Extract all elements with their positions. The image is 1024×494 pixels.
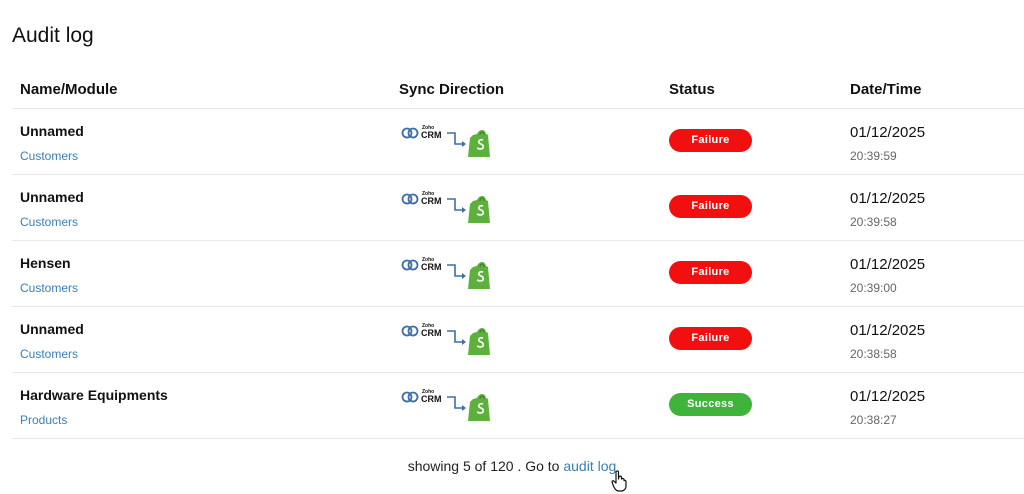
column-header-status: Status: [669, 81, 715, 98]
name-cell: Unnamed Customers: [20, 321, 84, 361]
audit-log-link[interactable]: audit log: [563, 458, 616, 474]
date-value: 01/12/2025: [850, 256, 926, 273]
arrow-icon: [447, 198, 466, 213]
sync-direction-graphic: Zoho CRM: [401, 125, 490, 157]
shopify-icon: [468, 130, 490, 157]
zoho-crm-icon: [401, 391, 419, 403]
svg-text:CRM: CRM: [421, 262, 442, 272]
showing-text: showing 5 of 120 . Go to: [407, 458, 560, 474]
status-badge: Failure: [669, 129, 752, 152]
date-cell: 01/12/2025 20:39:59: [850, 124, 925, 163]
hand-cursor-icon: [611, 470, 627, 492]
record-name: Hensen: [20, 255, 71, 271]
zoho-crm-icon: [401, 325, 419, 337]
svg-text:CRM: CRM: [421, 394, 442, 404]
arrow-icon: [447, 264, 466, 279]
time-value: 20:39:59: [850, 149, 897, 163]
sync-direction-graphic: Zoho CRM: [401, 389, 490, 421]
record-name: Hardware Equipments: [20, 387, 168, 403]
table-row: Unnamed Customers Zoho CRM Failure 01/12…: [12, 109, 1024, 175]
svg-text:CRM: CRM: [421, 328, 442, 338]
sync-direction-graphic: Zoho CRM: [401, 323, 490, 355]
zoho-crm-icon: [401, 193, 419, 205]
arrow-icon: [447, 396, 466, 411]
date-value: 01/12/2025: [850, 124, 926, 141]
time-value: 20:39:58: [850, 215, 897, 229]
arrow-icon: [447, 330, 466, 345]
time-value: 20:38:27: [850, 413, 897, 427]
name-cell: Hardware Equipments Products: [20, 387, 168, 427]
module-link[interactable]: Products: [20, 413, 168, 427]
status-cell: Failure: [669, 327, 752, 350]
sync-direction: Zoho CRM: [400, 189, 492, 227]
table-body: Unnamed Customers Zoho CRM Failure 01/12…: [12, 109, 1024, 439]
svg-text:CRM: CRM: [421, 196, 442, 206]
date-cell: 01/12/2025 20:39:00: [850, 256, 925, 295]
arrow-icon: [447, 132, 466, 147]
module-link[interactable]: Customers: [20, 281, 78, 295]
sync-direction: Zoho CRM: [400, 387, 492, 425]
table-row: Unnamed Customers Zoho CRM Failure 01/12…: [12, 175, 1024, 241]
svg-text:CRM: CRM: [421, 130, 442, 140]
sync-direction-graphic: Zoho CRM: [401, 191, 490, 223]
record-name: Unnamed: [20, 189, 84, 205]
sync-direction: Zoho CRM: [400, 321, 492, 359]
shopify-icon: [468, 262, 490, 289]
record-name: Unnamed: [20, 123, 84, 139]
status-badge: Failure: [669, 327, 752, 350]
status-badge: Failure: [669, 195, 752, 218]
page-title: Audit log: [12, 24, 94, 47]
column-header-sync: Sync Direction: [399, 81, 505, 98]
date-cell: 01/12/2025 20:38:58: [850, 322, 925, 361]
zoho-crm-icon: [401, 259, 419, 271]
column-header-date: Date/Time: [850, 81, 922, 98]
column-header-name: Name/Module: [20, 81, 118, 98]
date-value: 01/12/2025: [850, 190, 926, 207]
table-row: Unnamed Customers Zoho CRM Failure 01/12…: [12, 307, 1024, 373]
table-row: Hardware Equipments Products Zoho CRM Su…: [12, 373, 1024, 439]
footer: showing 5 of 120 . Go to audit log: [0, 458, 1024, 474]
zoho-crm-icon: [401, 127, 419, 139]
status-cell: Failure: [669, 195, 752, 218]
table-row: Hensen Customers Zoho CRM Failure 01/12/…: [12, 241, 1024, 307]
shopify-icon: [468, 196, 490, 223]
status-badge: Failure: [669, 261, 752, 284]
time-value: 20:39:00: [850, 281, 897, 295]
time-value: 20:38:58: [850, 347, 897, 361]
date-value: 01/12/2025: [850, 388, 926, 405]
module-link[interactable]: Customers: [20, 347, 84, 361]
status-cell: Success: [669, 393, 752, 416]
shopify-icon: [468, 394, 490, 421]
status-badge: Success: [669, 393, 752, 416]
shopify-icon: [468, 328, 490, 355]
status-cell: Failure: [669, 129, 752, 152]
sync-direction-graphic: Zoho CRM: [401, 257, 490, 289]
module-link[interactable]: Customers: [20, 149, 84, 163]
module-link[interactable]: Customers: [20, 215, 84, 229]
name-cell: Hensen Customers: [20, 255, 78, 295]
name-cell: Unnamed Customers: [20, 189, 84, 229]
status-cell: Failure: [669, 261, 752, 284]
audit-log-table: Name/Module Sync Direction Status Date/T…: [12, 72, 1024, 439]
date-value: 01/12/2025: [850, 322, 926, 339]
sync-direction: Zoho CRM: [400, 255, 492, 293]
record-name: Unnamed: [20, 321, 84, 337]
table-header: Name/Module Sync Direction Status Date/T…: [12, 72, 1024, 109]
name-cell: Unnamed Customers: [20, 123, 84, 163]
date-cell: 01/12/2025 20:39:58: [850, 190, 925, 229]
date-cell: 01/12/2025 20:38:27: [850, 388, 925, 427]
sync-direction: Zoho CRM: [400, 123, 492, 161]
